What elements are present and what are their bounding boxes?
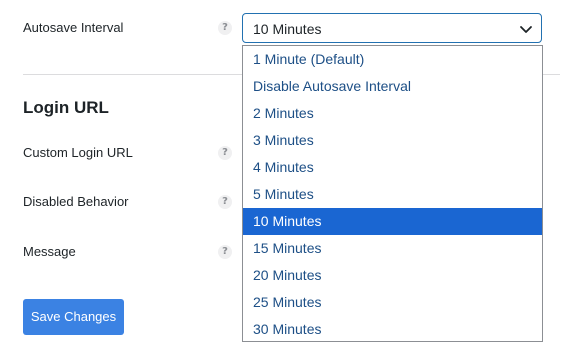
save-changes-button[interactable]: Save Changes <box>23 299 124 335</box>
dropdown-option[interactable]: 5 Minutes <box>243 181 542 208</box>
chevron-down-icon <box>520 26 532 33</box>
custom-login-url-label: Custom Login URL <box>23 145 133 160</box>
disabled-behavior-label: Disabled Behavior <box>23 194 129 209</box>
autosave-help-icon[interactable]: ? <box>218 21 232 35</box>
login-url-section-title: Login URL <box>23 98 109 117</box>
dropdown-option[interactable]: Disable Autosave Interval <box>243 73 542 100</box>
custom-login-url-help-icon[interactable]: ? <box>218 146 232 160</box>
dropdown-option[interactable]: 15 Minutes <box>243 235 542 262</box>
dropdown-option[interactable]: 3 Minutes <box>243 127 542 154</box>
dropdown-option[interactable]: 1 Minute (Default) <box>243 46 542 73</box>
autosave-interval-dropdown[interactable]: 1 Minute (Default) Disable Autosave Inte… <box>242 45 543 342</box>
autosave-selected-value: 10 Minutes <box>253 21 322 37</box>
dropdown-option[interactable]: 25 Minutes <box>243 289 542 316</box>
dropdown-option[interactable]: 30 Minutes <box>243 316 542 341</box>
message-label: Message <box>23 244 76 259</box>
dropdown-option[interactable]: 4 Minutes <box>243 154 542 181</box>
dropdown-option[interactable]: 20 Minutes <box>243 262 542 289</box>
dropdown-option-selected[interactable]: 10 Minutes <box>243 208 542 235</box>
message-help-icon[interactable]: ? <box>218 245 232 259</box>
dropdown-option[interactable]: 2 Minutes <box>243 100 542 127</box>
autosave-interval-label: Autosave Interval <box>23 20 124 35</box>
disabled-behavior-help-icon[interactable]: ? <box>218 195 232 209</box>
autosave-interval-select[interactable]: 10 Minutes <box>242 13 542 43</box>
